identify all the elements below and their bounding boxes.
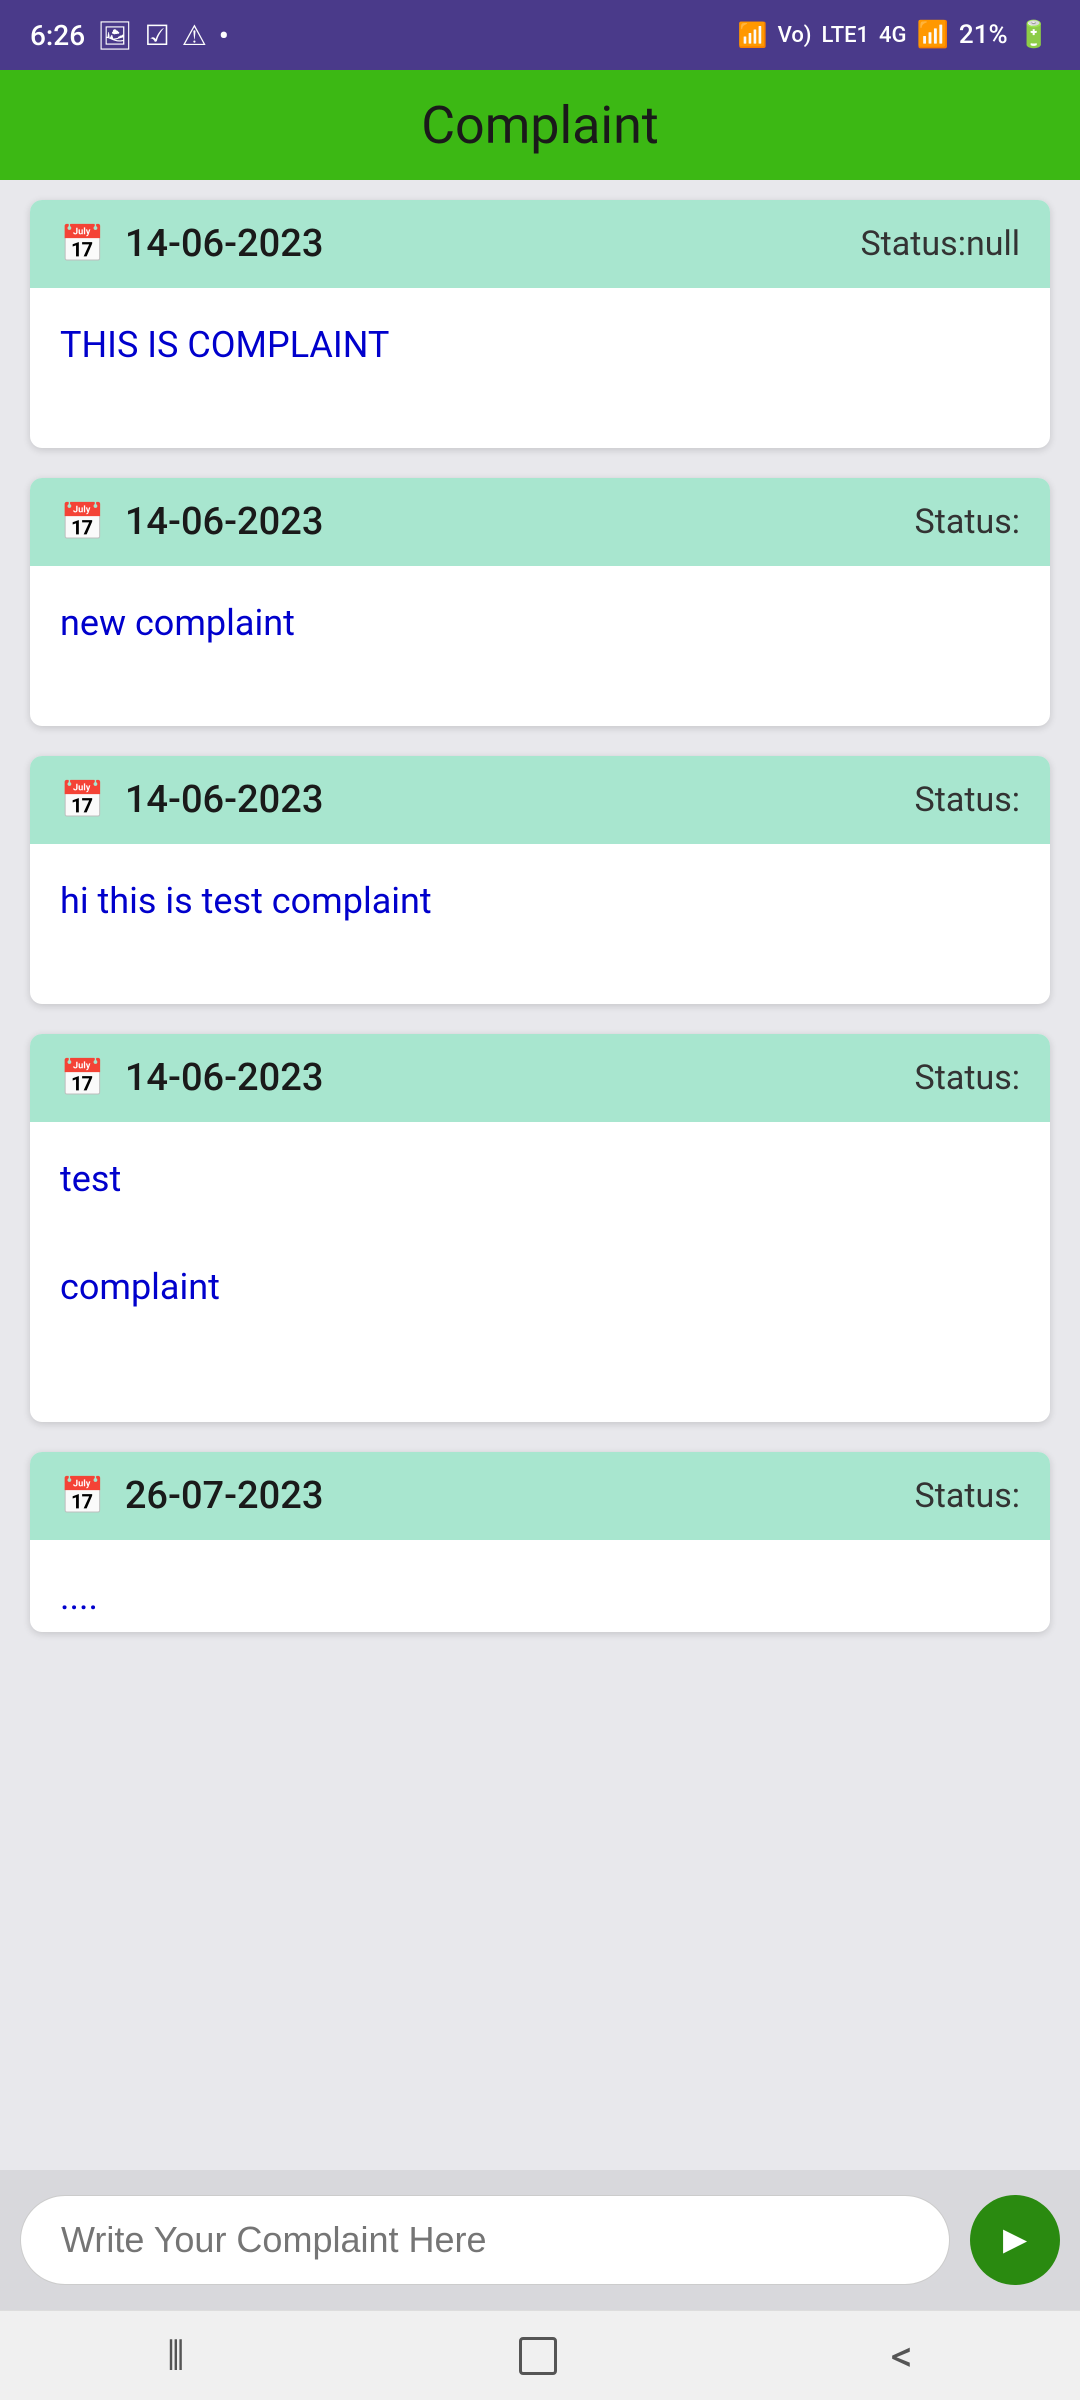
warning-icon: ⚠ [182, 19, 207, 52]
calendar-icon-2: 📅 [60, 501, 105, 543]
card-status-1: Status:null [860, 224, 1020, 264]
input-area: ► [0, 2170, 1080, 2310]
nav-home-button[interactable] [519, 2337, 557, 2375]
card-date-3: 14-06-2023 [125, 778, 324, 822]
nav-bar: ⦀ < [0, 2310, 1080, 2400]
card-status-3: Status: [915, 780, 1020, 820]
card-header-3: 📅 14-06-2023 Status: [30, 756, 1050, 844]
card-body-5: .... [30, 1540, 1050, 1632]
calendar-icon-1: 📅 [60, 223, 105, 265]
card-header-left-4: 📅 14-06-2023 [60, 1056, 323, 1100]
volte-label: Vo) [778, 23, 812, 48]
card-body-1: THIS IS COMPLAINT [30, 288, 1050, 448]
card-status-5: Status: [915, 1476, 1020, 1516]
home-square-icon [519, 2337, 557, 2375]
complaint-text-2: new complaint [60, 602, 295, 644]
nav-back-button[interactable]: < [891, 2330, 913, 2382]
dot-icon: • [219, 19, 229, 52]
lte-label: LTE1 [822, 23, 870, 48]
card-header-left-1: 📅 14-06-2023 [60, 222, 323, 266]
card-body-2: new complaint [30, 566, 1050, 726]
complaint-input[interactable] [20, 2195, 950, 2285]
app-title: Complaint [421, 95, 659, 156]
calendar-icon-3: 📅 [60, 779, 105, 821]
wifi-calling-icon: 📶 [738, 21, 768, 49]
send-icon: ► [995, 2218, 1035, 2263]
time-display: 6:26 [30, 19, 85, 52]
card-header-5: 📅 26-07-2023 Status: [30, 1452, 1050, 1540]
status-bar: 6:26 🖼 ☑ ⚠ • 📶 Vo) LTE1 4G 📶 21% 🔋 [0, 0, 1080, 70]
send-button[interactable]: ► [970, 2195, 1060, 2285]
card-body-4: test complaint [30, 1122, 1050, 1422]
complaint-card-3: 📅 14-06-2023 Status: hi this is test com… [30, 756, 1050, 1004]
card-date-4: 14-06-2023 [125, 1056, 324, 1100]
complaint-card-4: 📅 14-06-2023 Status: test complaint [30, 1034, 1050, 1422]
menu-lines-icon: ⦀ [167, 2332, 185, 2379]
card-status-4: Status: [915, 1058, 1020, 1098]
calendar-icon-5: 📅 [60, 1475, 105, 1517]
signal-icon: 📶 [917, 20, 949, 50]
complaint-card-2: 📅 14-06-2023 Status: new complaint [30, 478, 1050, 726]
battery-icon: 🔋 [1018, 20, 1050, 50]
card-header-2: 📅 14-06-2023 Status: [30, 478, 1050, 566]
complaint-text-1: THIS IS COMPLAINT [60, 324, 389, 366]
card-header-left-3: 📅 14-06-2023 [60, 778, 323, 822]
checkbox-icon: ☑ [145, 19, 170, 52]
complaint-card-1: 📅 14-06-2023 Status:null THIS IS COMPLAI… [30, 200, 1050, 448]
complaint-text-3: hi this is test complaint [60, 880, 432, 922]
complaint-card-5: 📅 26-07-2023 Status: .... [30, 1452, 1050, 1632]
complaint-text-4: test complaint [60, 1158, 220, 1308]
card-body-3: hi this is test complaint [30, 844, 1050, 1004]
card-header-4: 📅 14-06-2023 Status: [30, 1034, 1050, 1122]
card-header-left-2: 📅 14-06-2023 [60, 500, 323, 544]
card-header-1: 📅 14-06-2023 Status:null [30, 200, 1050, 288]
nav-menu-button[interactable]: ⦀ [167, 2332, 185, 2379]
card-date-1: 14-06-2023 [125, 222, 324, 266]
photo-icon: 🖼 [97, 19, 133, 52]
app-bar: Complaint [0, 70, 1080, 180]
back-arrow-icon: < [891, 2330, 913, 2382]
complaints-list: 📅 14-06-2023 Status:null THIS IS COMPLAI… [0, 180, 1080, 2170]
battery-display: 21% [959, 20, 1008, 50]
card-header-left-5: 📅 26-07-2023 [60, 1474, 323, 1518]
card-status-2: Status: [915, 502, 1020, 542]
calendar-icon-4: 📅 [60, 1057, 105, 1099]
card-date-2: 14-06-2023 [125, 500, 324, 544]
4g-icon: 4G [879, 23, 907, 48]
status-bar-right: 📶 Vo) LTE1 4G 📶 21% 🔋 [738, 20, 1050, 50]
complaint-text-5: .... [60, 1576, 98, 1618]
status-bar-left: 6:26 🖼 ☑ ⚠ • [30, 19, 229, 52]
card-date-5: 26-07-2023 [125, 1474, 324, 1518]
